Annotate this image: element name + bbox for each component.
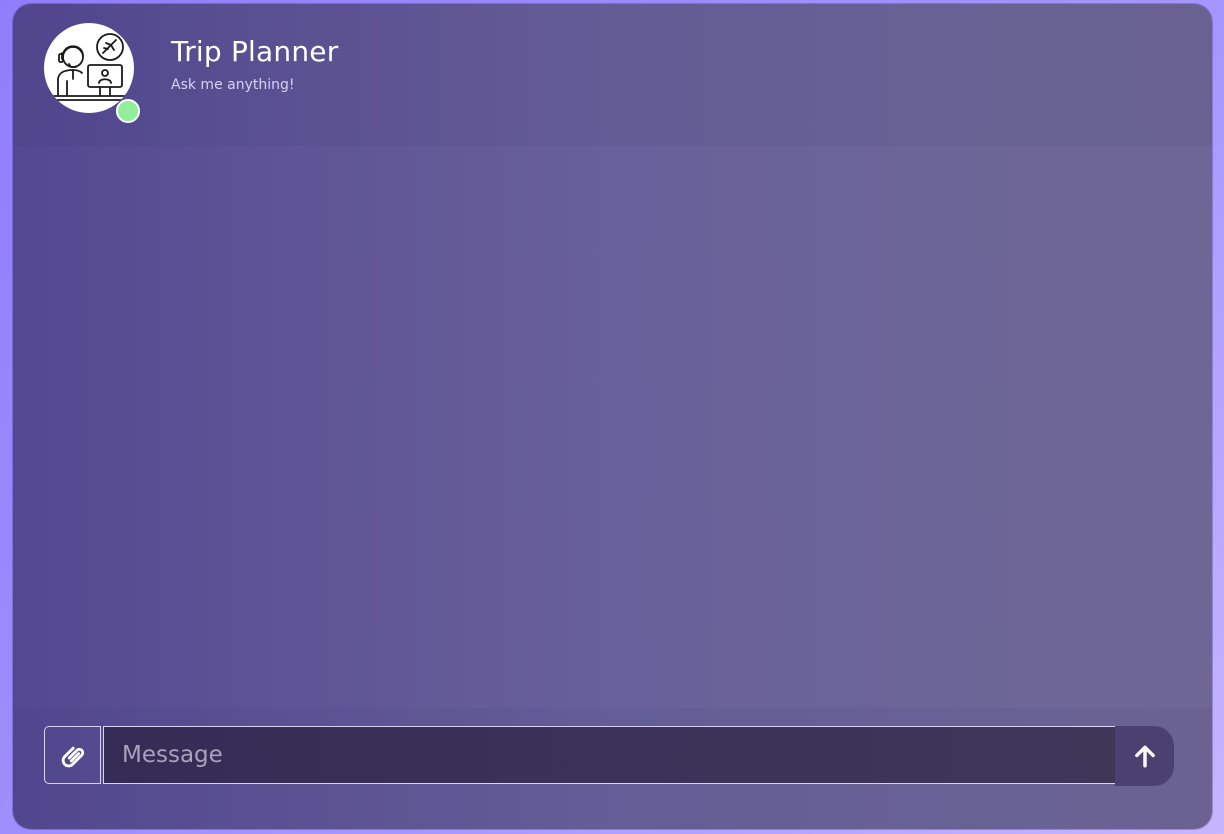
message-composer [13,708,1212,829]
chat-window: Trip Planner Ask me anything! [13,4,1212,829]
chat-header: Trip Planner Ask me anything! [13,4,1212,146]
online-status-indicator [116,99,140,123]
paperclip-icon [61,746,84,768]
message-list[interactable] [13,146,1212,708]
avatar [44,23,134,113]
chat-title: Trip Planner [171,35,339,68]
arrow-up-icon [1134,745,1155,768]
avatar-container [44,23,140,123]
send-button[interactable] [1115,726,1174,786]
message-input[interactable] [103,726,1116,784]
attach-button[interactable] [44,726,101,784]
chat-subtitle: Ask me anything! [171,77,295,93]
travel-agent-icon [53,33,127,101]
